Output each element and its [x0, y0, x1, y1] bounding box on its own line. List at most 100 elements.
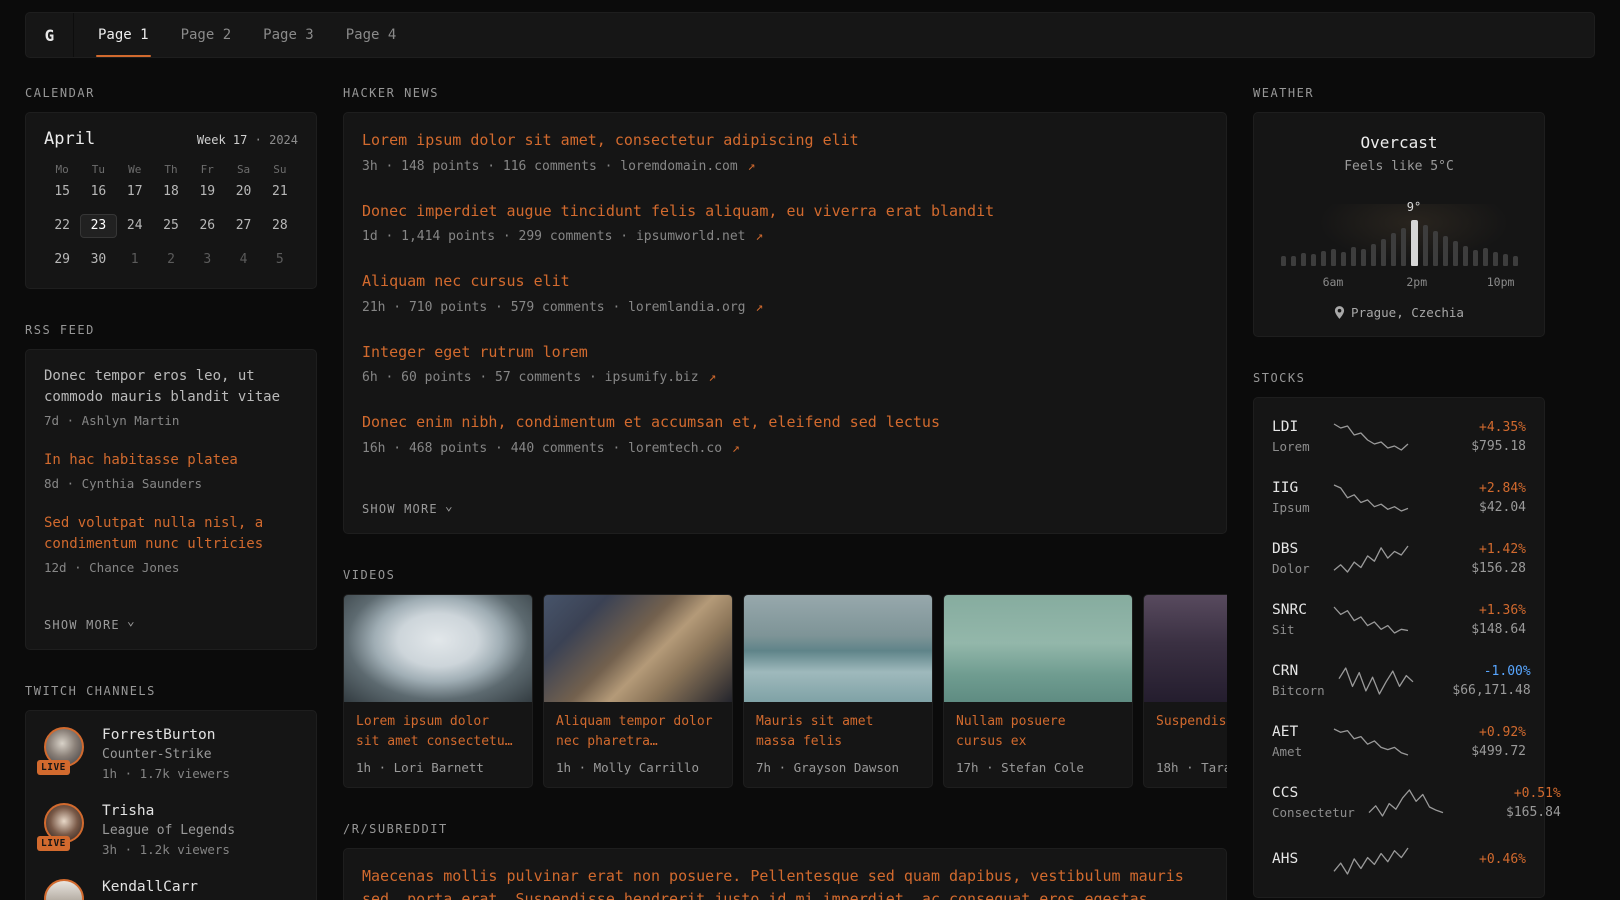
calendar-week: Week 17	[197, 133, 248, 147]
stock-numbers: +1.42% $156.28	[1424, 542, 1526, 576]
calendar-day[interactable]: 22	[44, 214, 80, 238]
hackernews-item-source-link[interactable]: loremlandia.org ↗	[628, 300, 763, 315]
calendar-day[interactable]: 29	[44, 248, 80, 272]
video-meta: 17h · Stefan Cole	[944, 754, 1132, 787]
weather-hour-bar	[1321, 251, 1326, 266]
channel-meta: 1h · 1.7k viewers	[102, 766, 230, 781]
calendar-days-grid: 15 16 17 18 19 20 21 22	[44, 180, 298, 272]
video-card[interactable]: Nullam posuere cursus ex 17h · Stefan Co…	[943, 594, 1133, 788]
hackernews-item-meta: 3h · 148 points · 116 comments · loremdo…	[362, 159, 1208, 174]
twitch-channel[interactable]: LIVE KendallCarr	[44, 879, 298, 900]
video-card[interactable]: Lorem ipsum dolor sit amet consectetu… 1…	[343, 594, 533, 788]
stock-sparkline	[1332, 727, 1410, 757]
app-logo[interactable]: G	[26, 13, 74, 57]
video-card[interactable]: Mauris sit amet massa felis 7h · Grayson…	[743, 594, 933, 788]
calendar-day[interactable]: 26	[189, 214, 225, 238]
video-card[interactable]: Suspendisse diam 18h · Tara	[1143, 594, 1227, 788]
weather-hour-bar	[1361, 249, 1366, 266]
stock-numbers: -1.00% $66,171.48	[1429, 664, 1531, 698]
calendar-day[interactable]: 18	[153, 180, 189, 204]
page-tab[interactable]: Page 4	[330, 13, 413, 57]
calendar-day[interactable]: 15	[44, 180, 80, 204]
video-thumbnail[interactable]	[344, 595, 532, 702]
calendar-day[interactable]: 1	[117, 248, 153, 272]
video-thumbnail[interactable]	[544, 595, 732, 702]
video-title[interactable]: Lorem ipsum dolor sit amet consectetu…	[344, 702, 532, 754]
video-title[interactable]: Suspendisse diam	[1144, 702, 1227, 754]
video-thumbnail[interactable]	[1144, 595, 1227, 702]
calendar-day[interactable]: 16	[80, 180, 116, 204]
video-title[interactable]: Aliquam tempor dolor nec pharetra…	[544, 702, 732, 754]
hackernews-item-source-link[interactable]: loremtech.co ↗	[628, 441, 740, 456]
weather-hour-bar: 9°	[1411, 220, 1418, 266]
twitch-channel[interactable]: LIVE Trisha League of Legends 3h · 1.2k …	[44, 803, 298, 857]
weather-hour-bar	[1391, 233, 1396, 266]
calendar-day[interactable]: 5	[262, 248, 298, 272]
rss-item-title[interactable]: In hac habitasse platea	[44, 450, 298, 471]
hackernews-widget: HACKER NEWS Lorem ipsum dolor sit amet, …	[343, 86, 1227, 534]
video-card[interactable]: Aliquam tempor dolor nec pharetra… 1h · …	[543, 594, 733, 788]
hackernews-item-source-link[interactable]: loremdomain.com ↗	[620, 159, 755, 174]
rss-item-title[interactable]: Donec tempor eros leo, ut commodo mauris…	[44, 366, 298, 408]
stock-sparkline	[1367, 788, 1445, 818]
calendar-day[interactable]: 30	[80, 248, 116, 272]
calendar-day[interactable]: 24	[117, 214, 153, 238]
subreddit-section-title: /R/SUBREDDIT	[343, 822, 1227, 836]
hackernews-item-title[interactable]: Lorem ipsum dolor sit amet, consectetur …	[362, 129, 1208, 152]
calendar-day[interactable]: 28	[262, 214, 298, 238]
calendar-day[interactable]: 20	[225, 180, 261, 204]
calendar-day[interactable]: 3	[189, 248, 225, 272]
stock-change: +1.36%	[1424, 603, 1526, 618]
rss-widget: RSS FEED Donec tempor eros leo, ut commo…	[25, 323, 317, 650]
external-link-icon: ↗	[755, 229, 763, 244]
hackernews-item-title[interactable]: Donec enim nibh, condimentum et accumsan…	[362, 411, 1208, 434]
hackernews-item-source-link[interactable]: ipsumworld.net ↗	[636, 229, 763, 244]
calendar-day-header: Sa	[225, 163, 261, 180]
video-thumbnail[interactable]	[944, 595, 1132, 702]
calendar-day-header: We	[117, 163, 153, 180]
page-tab[interactable]: Page 3	[247, 13, 330, 57]
page-tab[interactable]: Page 2	[165, 13, 248, 57]
video-thumbnail[interactable]	[744, 595, 932, 702]
twitch-channel[interactable]: LIVE ForrestBurton Counter-Strike 1h · 1…	[44, 727, 298, 781]
calendar-day[interactable]: 25	[153, 214, 189, 238]
stock-row: DBS Dolor +1.42% $156.28	[1272, 528, 1526, 589]
calendar-day[interactable]: 2	[153, 248, 189, 272]
source-domain: loremdomain.com	[620, 159, 737, 174]
calendar-day-header: Fr	[189, 163, 225, 180]
stock-price: $165.84	[1459, 805, 1561, 820]
calendar-day[interactable]: 27	[225, 214, 261, 238]
video-title[interactable]: Nullam posuere cursus ex	[944, 702, 1132, 754]
video-title[interactable]: Mauris sit amet massa felis	[744, 702, 932, 754]
weather-peak-temp: 9°	[1407, 200, 1421, 214]
hackernews-item-source-link[interactable]: ipsumify.biz ↗	[605, 370, 717, 385]
source-domain: loremlandia.org	[628, 300, 745, 315]
rss-item-meta: 12d · Chance Jones	[44, 560, 298, 575]
rss-item-title[interactable]: Sed volutpat nulla nisl, a condimentum n…	[44, 513, 298, 555]
twitch-widget: TWITCH CHANNELS LIVE ForrestBurton Count…	[25, 684, 317, 900]
hackernews-item-meta: 6h · 60 points · 57 comments · ipsumify.…	[362, 370, 1208, 385]
hackernews-item-title[interactable]: Aliquam nec cursus elit	[362, 270, 1208, 293]
stock-change: +2.84%	[1424, 481, 1526, 496]
calendar-day[interactable]: 19	[189, 180, 225, 204]
calendar-day[interactable]: 4	[225, 248, 261, 272]
subreddit-item-title[interactable]: Maecenas mollis pulvinar erat non posuer…	[362, 865, 1208, 900]
calendar-day[interactable]: 17	[117, 180, 153, 204]
page-tab[interactable]: Page 1	[82, 13, 165, 57]
hackernews-show-more-button[interactable]: SHOW MORE ⌄	[362, 502, 454, 517]
weather-feels-like: Feels like 5°C	[1272, 159, 1526, 174]
stock-row: AHS +0.46%	[1272, 833, 1526, 889]
page-tab-label: Page 2	[181, 27, 232, 43]
calendar-day[interactable]: 23	[80, 214, 116, 238]
show-more-label: SHOW MORE	[44, 618, 120, 632]
weather-time-label: 2pm	[1406, 275, 1427, 289]
weather-hour-bar	[1503, 254, 1508, 266]
video-meta: 1h · Molly Carrillo	[544, 754, 732, 787]
calendar-day[interactable]: 21	[262, 180, 298, 204]
rss-show-more-button[interactable]: SHOW MORE ⌄	[44, 617, 136, 632]
external-link-icon: ↗	[748, 159, 756, 174]
stock-price: $148.64	[1424, 622, 1526, 637]
weather-location: Prague, Czechia	[1272, 305, 1526, 320]
hackernews-item-title[interactable]: Integer eget rutrum lorem	[362, 341, 1208, 364]
hackernews-item-title[interactable]: Donec imperdiet augue tincidunt felis al…	[362, 200, 1208, 223]
